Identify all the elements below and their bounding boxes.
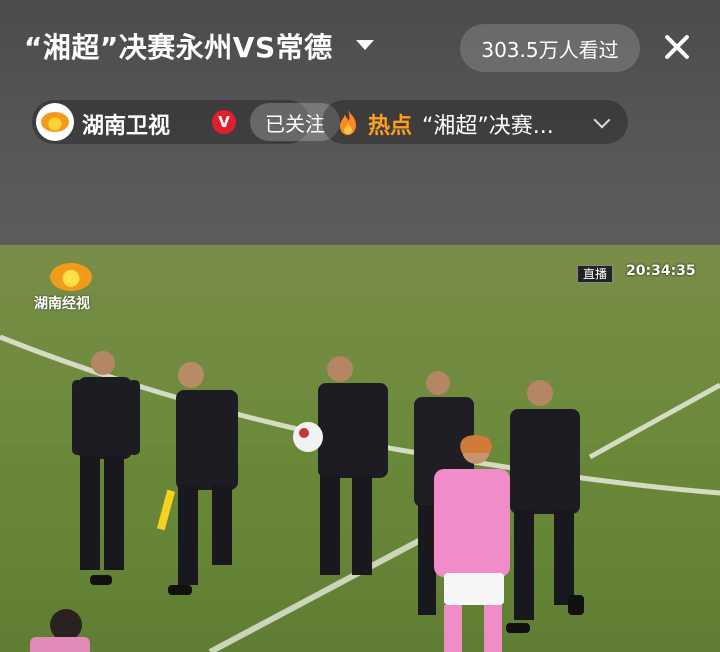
broadcaster-logo: 湖南经视 xyxy=(34,263,114,313)
live-badge: 直播 xyxy=(577,265,614,283)
channel-name: 湖南卫视 xyxy=(82,114,171,139)
hot-label: 热点 xyxy=(368,114,413,139)
channel-chip[interactable]: 湖南卫视 V 已关注 xyxy=(32,100,340,144)
channel-logo-icon xyxy=(36,103,74,141)
view-count-text: 303.5万人看过 xyxy=(481,37,619,62)
broadcaster-mark-icon xyxy=(50,263,92,291)
top-bar: “湘超”决赛永州VS常德 303.5万人看过 湖南卫视 V 已关注 热点 “湘超… xyxy=(0,0,720,245)
caret-down-icon[interactable] xyxy=(356,40,374,50)
hot-topic-text: “湘超”决赛... xyxy=(422,114,554,139)
verified-icon: V xyxy=(212,110,236,134)
hot-topic-chip[interactable]: 热点 “湘超”决赛... xyxy=(322,100,628,144)
broadcaster-name: 湖南经视 xyxy=(34,296,90,312)
close-icon[interactable] xyxy=(660,30,694,64)
video-player[interactable]: 湖南经视 直播 20:34:35 xyxy=(0,245,720,652)
broadcast-clock: 20:34:35 xyxy=(626,263,696,279)
chevron-down-icon[interactable] xyxy=(593,111,611,129)
video-title[interactable]: “湘超”决赛永州VS常德 xyxy=(24,26,333,66)
view-count-badge: 303.5万人看过 xyxy=(460,24,640,72)
fire-icon xyxy=(340,109,356,135)
